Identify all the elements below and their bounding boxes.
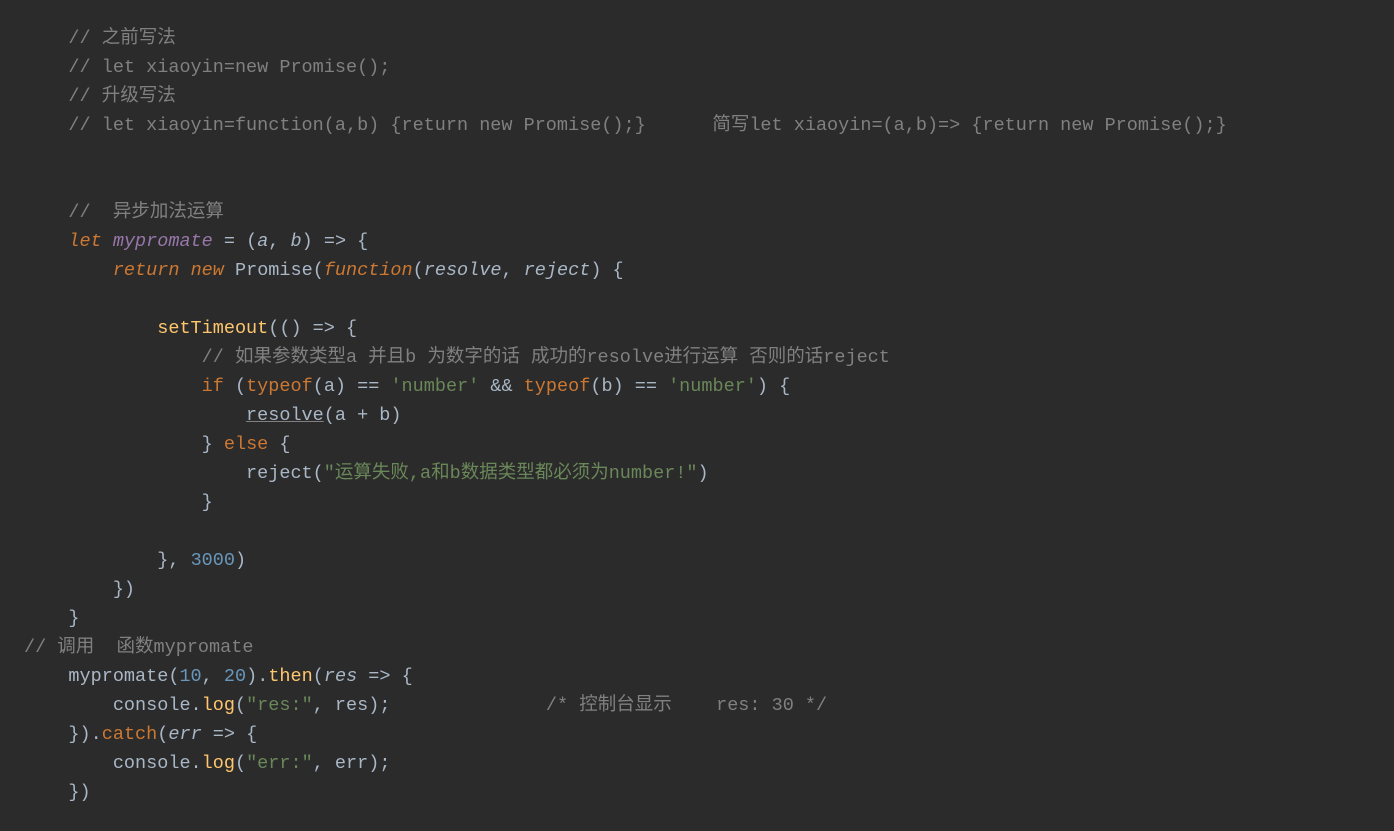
- code-line: setTimeout(() => {: [24, 318, 357, 339]
- blank-line: [24, 521, 35, 542]
- code-line: }): [24, 782, 91, 803]
- comment-line: // 调用 函数mypromate: [24, 637, 253, 658]
- blank-line: [24, 144, 35, 165]
- comment-line: // 之前写法: [24, 28, 176, 49]
- code-line: }: [24, 608, 80, 629]
- code-line: console.log("res:", res); /* 控制台显示 res: …: [24, 695, 827, 716]
- code-line: reject("运算失败,a和b数据类型都必须为number!"): [24, 463, 709, 484]
- code-line: }, 3000): [24, 550, 246, 571]
- code-line: }).catch(err => {: [24, 724, 257, 745]
- code-editor[interactable]: // 之前写法 // let xiaoyin=new Promise(); //…: [0, 0, 1394, 831]
- blank-line: [24, 289, 35, 310]
- comment-line: // 如果参数类型a 并且b 为数字的话 成功的resolve进行运算 否则的话…: [24, 347, 890, 368]
- code-line: return new Promise(function(resolve, rej…: [24, 260, 624, 281]
- code-line: }: [24, 492, 213, 513]
- code-line: let mypromate = (a, b) => {: [24, 231, 368, 252]
- code-line: }): [24, 579, 135, 600]
- code-line: console.log("err:", err);: [24, 753, 390, 774]
- code-line: resolve(a + b): [24, 405, 402, 426]
- comment-line: // 升级写法: [24, 86, 176, 107]
- comment-line: // let xiaoyin=new Promise();: [24, 57, 390, 78]
- comment-line: // 异步加法运算: [24, 202, 224, 223]
- comment-line: // let xiaoyin=function(a,b) {return new…: [24, 115, 1227, 136]
- code-line: } else {: [24, 434, 291, 455]
- blank-line: [24, 173, 35, 194]
- code-line: mypromate(10, 20).then(res => {: [24, 666, 413, 687]
- code-line: if (typeof(a) == 'number' && typeof(b) =…: [24, 376, 790, 397]
